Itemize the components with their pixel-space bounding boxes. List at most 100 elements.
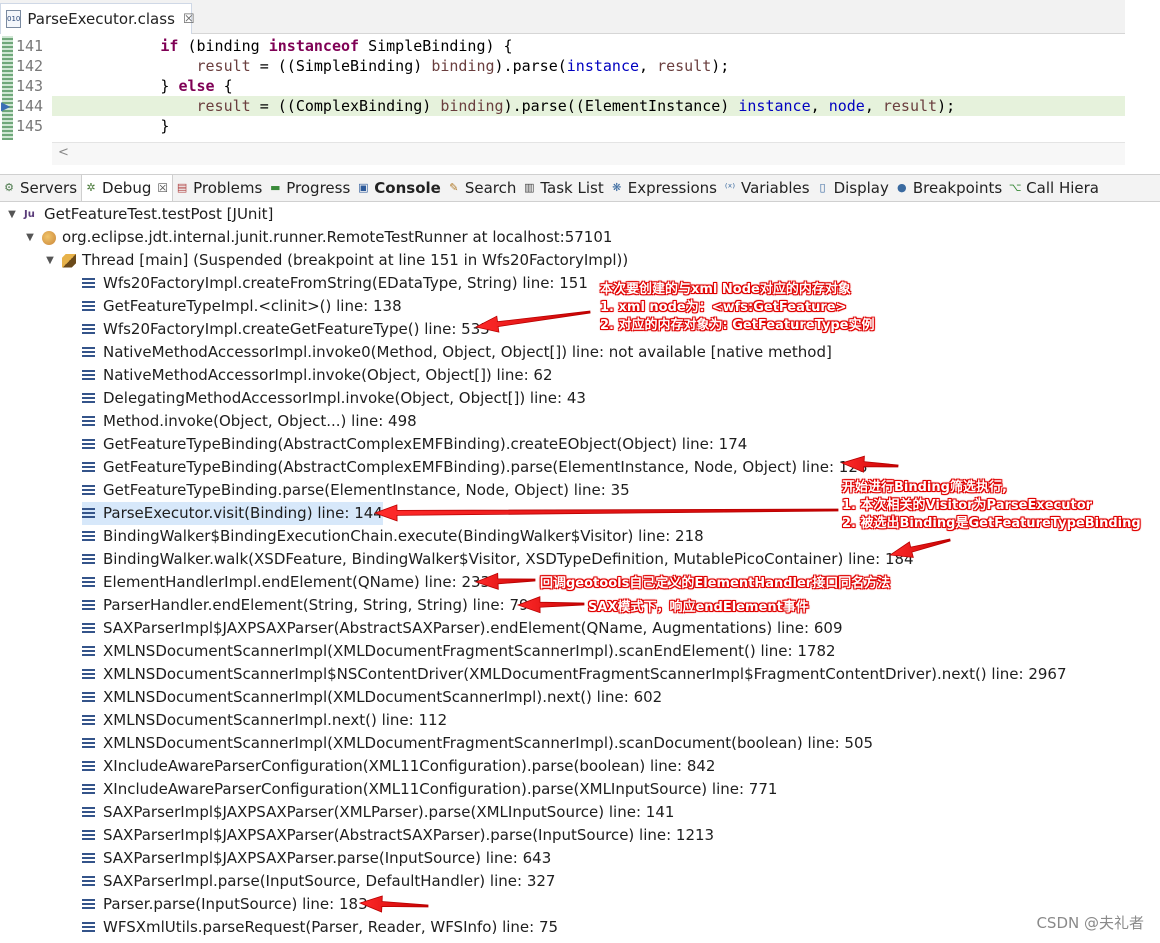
stack-frame[interactable]: DelegatingMethodAccessorImpl.invoke(Obje… — [82, 387, 586, 410]
code-token: = ((SimpleBinding) — [250, 57, 432, 75]
view-tab-problems[interactable]: ▤ Problems — [173, 175, 266, 201]
problems-icon: ▤ — [176, 181, 188, 194]
stack-frame-icon — [82, 899, 95, 910]
code-line[interactable]: 145 } — [0, 116, 1125, 136]
stack-frame[interactable]: GetFeatureTypeImpl.<clinit>() line: 138 — [82, 295, 402, 318]
annotation-line: 2. 被选出Binding是GetFeatureTypeBinding — [842, 516, 1141, 531]
view-tab-breakpoints[interactable]: ● Breakpoints — [893, 175, 1006, 201]
servers-icon: ⚙ — [4, 181, 14, 194]
stack-frame[interactable]: GetFeatureTypeBinding(AbstractComplexEMF… — [82, 456, 867, 479]
line-number: 145 — [16, 117, 44, 135]
stack-frame[interactable]: XIncludeAwareParserConfiguration(XML11Co… — [82, 778, 777, 801]
progress-icon: ▬ — [270, 181, 281, 194]
stack-frame[interactable]: Wfs20FactoryImpl.createGetFeatureType() … — [82, 318, 490, 341]
view-tab-debug[interactable]: ✲ Debug ☒ — [81, 175, 174, 201]
stack-frame-label: WFSXmlUtils.parseRequest(Parser, Reader,… — [103, 918, 559, 936]
stack-frame[interactable]: XMLNSDocumentScannerImpl$NSContentDriver… — [82, 663, 1067, 686]
close-icon[interactable]: ☒ — [157, 181, 168, 195]
code-text: result = ((SimpleBinding) binding).parse… — [52, 56, 730, 76]
annotation-note-binding-filter: 开始进行Binding筛选执行, 1. 本次相关的Visitor为ParseEx… — [842, 479, 1141, 533]
view-tab-console[interactable]: ▣ Console — [354, 175, 445, 201]
view-tab-label: Display — [833, 179, 889, 197]
tree-item-launch[interactable]: ▼ Ju GetFeatureTest.testPost [JUnit] — [6, 203, 273, 226]
view-tab-call-hiera[interactable]: ⌥ Call Hiera — [1006, 175, 1103, 201]
stack-frame-label: SAXParserImpl$JAXPSAXParser.parse(InputS… — [103, 849, 552, 867]
code-editor[interactable]: 010 ParseExecutor.class ☒ ▶ 141 if (bind… — [0, 0, 1125, 168]
breakpoints-icon: ● — [897, 181, 907, 194]
stack-frame[interactable]: SAXParserImpl$JAXPSAXParser.parse(InputS… — [82, 847, 551, 870]
stack-frame[interactable]: XMLNSDocumentScannerImpl(XMLDocumentScan… — [82, 686, 662, 709]
stack-frame-label: NativeMethodAccessorImpl.invoke0(Method,… — [103, 343, 832, 361]
code-line[interactable]: 142 result = ((SimpleBinding) binding).p… — [0, 56, 1125, 76]
collapse-twisty-icon[interactable]: ▼ — [24, 226, 36, 249]
code-line[interactable]: 141 if (binding instanceof SimpleBinding… — [0, 36, 1125, 56]
stack-frame[interactable]: SAXParserImpl$JAXPSAXParser(AbstractSAXP… — [82, 824, 714, 847]
annotation-note-create-object: 本次要创建的与xml Node对应的内存对象 1. xml node为：<wfs… — [600, 281, 875, 335]
view-tab-variables[interactable]: ⁽ˣ⁾ Variables — [721, 175, 814, 201]
stack-frame[interactable]: Method.invoke(Object, Object...) line: 4… — [82, 410, 417, 433]
tree-item-thread[interactable]: ▼ Thread [main] (Suspended (breakpoint a… — [44, 249, 628, 272]
stack-frame[interactable]: XMLNSDocumentScannerImpl(XMLDocumentFrag… — [82, 732, 873, 755]
code-token: ); — [937, 97, 956, 115]
stack-frame[interactable]: SAXParserImpl$JAXPSAXParser(AbstractSAXP… — [82, 617, 843, 640]
scroll-left-icon[interactable]: < — [58, 145, 69, 160]
code-text: } — [52, 116, 169, 136]
stack-frame[interactable]: Wfs20FactoryImpl.createFromString(EDataT… — [82, 272, 588, 295]
stack-frame-label: XIncludeAwareParserConfiguration(XML11Co… — [103, 757, 716, 775]
display-icon: ▯ — [819, 181, 826, 194]
stack-frame[interactable]: XMLNSDocumentScannerImpl.next() line: 11… — [82, 709, 447, 732]
stack-frame[interactable]: BindingWalker$BindingExecutionChain.exec… — [82, 525, 704, 548]
stack-frame[interactable]: ElementHandlerImpl.endElement(QName) lin… — [82, 571, 490, 594]
code-token: } — [52, 117, 170, 135]
stack-frame[interactable]: XIncludeAwareParserConfiguration(XML11Co… — [82, 755, 715, 778]
collapse-twisty-icon[interactable]: ▼ — [6, 203, 18, 226]
editor-tab-parseexecutor[interactable]: 010 ParseExecutor.class ☒ — [0, 3, 195, 34]
annotation-line: 1. 本次相关的Visitor为ParseExecutor — [842, 498, 1093, 513]
stack-frame[interactable]: Parser.parse(InputSource) line: 183 — [82, 893, 368, 916]
view-tab-progress[interactable]: ▬ Progress — [266, 175, 354, 201]
view-tab-display[interactable]: ▯ Display — [814, 175, 893, 201]
view-tab-expressions[interactable]: ❋ Expressions — [608, 175, 721, 201]
stack-frame-label: SAXParserImpl$JAXPSAXParser(AbstractSAXP… — [103, 619, 843, 637]
stack-frame[interactable]: SAXParserImpl.parse(InputSource, Default… — [82, 870, 555, 893]
view-tab-label: Variables — [741, 179, 810, 197]
view-tab-label: Problems — [193, 179, 263, 197]
code-token: node — [828, 97, 865, 115]
stack-frame[interactable]: XMLNSDocumentScannerImpl(XMLDocumentFrag… — [82, 640, 836, 663]
stack-frame[interactable]: SAXParserImpl$JAXPSAXParser(XMLParser).p… — [82, 801, 674, 824]
stack-frame-icon — [82, 692, 95, 703]
view-tab-servers[interactable]: ⚙ Servers — [0, 175, 81, 201]
view-tab-label: Servers — [20, 179, 78, 197]
stack-frame[interactable]: WFSXmlUtils.parseRequest(Parser, Reader,… — [82, 916, 558, 939]
stack-frame-icon — [82, 439, 95, 450]
horizontal-scrollbar[interactable]: < — [52, 142, 1125, 165]
stack-frame[interactable]: ParserHandler.endElement(String, String,… — [82, 594, 538, 617]
annotation-line: 开始进行Binding筛选执行, — [842, 480, 1007, 495]
stack-frame[interactable]: ParseExecutor.visit(Binding) line: 144 — [82, 502, 383, 525]
stack-frame[interactable]: NativeMethodAccessorImpl.invoke(Object, … — [82, 364, 553, 387]
annotation-line: 1. xml node为：<wfs:GetFeature> — [600, 300, 847, 315]
code-token: , — [810, 97, 829, 115]
stack-frame[interactable]: BindingWalker.walk(XSDFeature, BindingWa… — [82, 548, 914, 571]
stack-frame-label: ParseExecutor.visit(Binding) line: 144 — [103, 504, 383, 522]
view-tab-task-list[interactable]: ▥ Task List — [520, 175, 607, 201]
stack-frame[interactable]: NativeMethodAccessorImpl.invoke0(Method,… — [82, 341, 832, 364]
stack-frame-label: NativeMethodAccessorImpl.invoke(Object, … — [103, 366, 553, 384]
stack-frame-icon — [82, 623, 95, 634]
collapse-twisty-icon[interactable]: ▼ — [44, 249, 56, 272]
stack-frame-label: XMLNSDocumentScannerImpl.next() line: 11… — [103, 711, 448, 729]
stack-frame[interactable]: GetFeatureTypeBinding(AbstractComplexEMF… — [82, 433, 747, 456]
code-token: instance — [738, 97, 811, 115]
code-line[interactable]: 144 result = ((ComplexBinding) binding).… — [16, 96, 1125, 116]
tree-item-runner[interactable]: ▼ org.eclipse.jdt.internal.junit.runner.… — [24, 226, 612, 249]
code-line[interactable]: 143 } else { — [0, 76, 1125, 96]
close-icon[interactable]: ☒ — [183, 12, 195, 27]
stack-frame-label: SAXParserImpl$JAXPSAXParser(XMLParser).p… — [103, 803, 675, 821]
editor-tab-bar: 010 ParseExecutor.class ☒ — [0, 0, 1125, 34]
stack-frame[interactable]: GetFeatureTypeBinding.parse(ElementInsta… — [82, 479, 630, 502]
stack-frame-icon — [82, 324, 95, 335]
view-tab-search[interactable]: ✎ Search — [445, 175, 521, 201]
stack-frame-label: GetFeatureTypeBinding(AbstractComplexEMF… — [103, 435, 748, 453]
